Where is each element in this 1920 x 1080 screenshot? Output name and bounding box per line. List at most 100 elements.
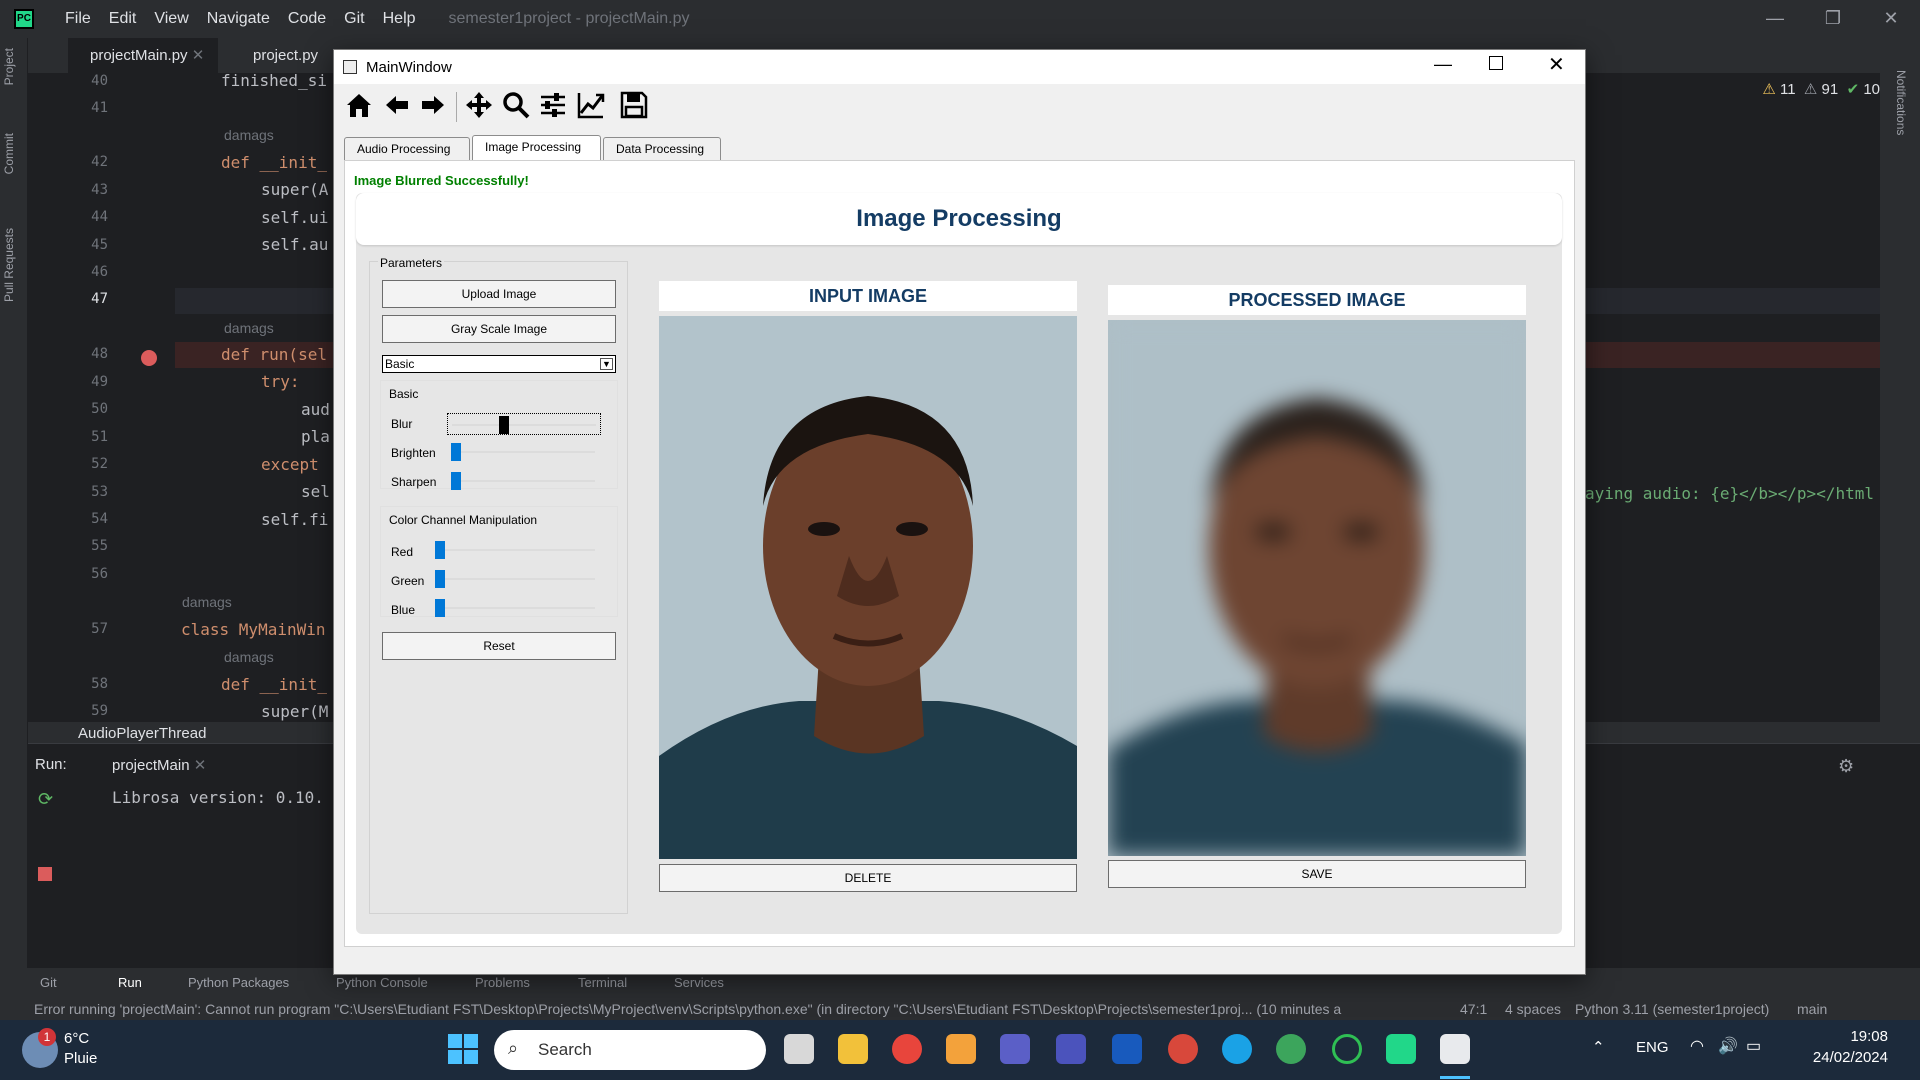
close-icon[interactable]: ✕ [1548, 52, 1565, 77]
weather-temp[interactable]: 6°C [64, 1030, 89, 1047]
inspection-widget[interactable]: ⚠ 11 ⚠ 91 ✔ 10 [1762, 80, 1880, 98]
run-tab-label: projectMain [112, 757, 190, 774]
word-icon[interactable] [1112, 1034, 1142, 1064]
close-icon[interactable]: ✕ [194, 757, 207, 774]
menu-navigate[interactable]: Navigate [198, 10, 279, 28]
slider-handle[interactable] [451, 443, 461, 461]
edit-axis-line-icon[interactable] [576, 90, 610, 124]
menu-git[interactable]: Git [335, 10, 373, 28]
tool-tab-terminal[interactable]: Terminal [578, 975, 627, 990]
reset-button[interactable]: Reset [382, 632, 616, 660]
menu-file[interactable]: File [56, 10, 100, 28]
clock-date[interactable]: 24/02/2024 [1788, 1049, 1888, 1066]
stop-icon[interactable] [38, 867, 52, 881]
chevron-down-icon[interactable]: ▼ [600, 358, 613, 370]
file-explorer-icon[interactable] [838, 1034, 868, 1064]
breakpoint-icon[interactable] [141, 350, 157, 366]
battery-icon[interactable]: ▭ [1746, 1036, 1761, 1056]
tool-tab-run[interactable]: Run [118, 975, 142, 990]
code-line: sel [301, 482, 330, 501]
language-indicator[interactable]: ENG [1636, 1039, 1669, 1056]
ide-minimize-icon[interactable]: — [1750, 0, 1800, 38]
chrome-profile-icon[interactable] [1168, 1034, 1198, 1064]
run-tab[interactable]: projectMain ✕ [112, 756, 206, 774]
tool-tab-python-console[interactable]: Python Console [336, 975, 428, 990]
editor-tab-projectmain[interactable]: projectMain.py ✕ [68, 38, 218, 74]
line-number: 54 [91, 511, 108, 527]
weather-desc[interactable]: Pluie [64, 1050, 97, 1067]
delete-button[interactable]: DELETE [659, 864, 1077, 892]
side-tab-project[interactable]: Project [2, 48, 16, 85]
side-tab-notifications[interactable]: Notifications [1894, 70, 1908, 135]
pan-move-icon[interactable] [464, 90, 498, 124]
tab-audio-processing[interactable]: Audio Processing [344, 137, 470, 161]
pycharm-taskbar-icon[interactable] [1386, 1034, 1416, 1064]
blue-slider[interactable] [431, 597, 601, 619]
grayscale-image-button[interactable]: Gray Scale Image [382, 315, 616, 343]
clock-time[interactable]: 19:08 [1808, 1028, 1888, 1045]
side-tab-commit[interactable]: Commit [2, 133, 16, 174]
brighten-slider[interactable] [447, 441, 601, 463]
gear-icon[interactable]: ⚙ [1838, 756, 1854, 777]
wifi-icon[interactable]: ◠ [1690, 1036, 1704, 1056]
processed-image [1108, 320, 1526, 856]
teams-icon[interactable] [1000, 1034, 1030, 1064]
edge-icon[interactable] [1222, 1034, 1252, 1064]
slider-handle[interactable] [451, 472, 461, 490]
ide-restore-icon[interactable]: ❐ [1808, 0, 1858, 38]
volume-icon[interactable]: 🔊 [1718, 1036, 1738, 1056]
teams-new-icon[interactable] [1056, 1034, 1086, 1064]
chevron-up-icon[interactable]: ⌃ [1592, 1038, 1605, 1056]
save-figure-icon[interactable] [619, 90, 653, 124]
cursor-position[interactable]: 47:1 [1460, 998, 1487, 1020]
back-arrow-icon[interactable] [382, 90, 416, 124]
tool-tab-services[interactable]: Services [674, 975, 724, 990]
tool-tab-problems[interactable]: Problems [475, 975, 530, 990]
search-box[interactable]: ⌕ Search [494, 1030, 766, 1070]
slider-handle[interactable] [435, 570, 445, 588]
red-slider[interactable] [431, 539, 601, 561]
status-message[interactable]: Error running 'projectMain': Cannot run … [34, 998, 1424, 1020]
slider-handle[interactable] [435, 541, 445, 559]
windows-start-icon[interactable] [448, 1034, 478, 1064]
line-number: 56 [91, 566, 108, 582]
minimize-icon[interactable]: — [1434, 54, 1452, 75]
menu-view[interactable]: View [145, 10, 197, 28]
save-button[interactable]: SAVE [1108, 860, 1526, 888]
tab-image-processing[interactable]: Image Processing [472, 135, 601, 161]
breadcrumb-item[interactable]: AudioPlayerThread [78, 725, 206, 742]
close-icon[interactable]: ✕ [192, 47, 205, 64]
interpreter[interactable]: Python 3.11 (semester1project) [1575, 998, 1769, 1020]
blur-slider[interactable] [447, 413, 601, 435]
tool-tab-python-packages[interactable]: Python Packages [188, 975, 289, 990]
chrome-m-icon[interactable] [1276, 1034, 1306, 1064]
side-tab-pull-requests[interactable]: Pull Requests [2, 228, 16, 302]
upload-image-button[interactable]: Upload Image [382, 280, 616, 308]
indent-setting[interactable]: 4 spaces [1505, 998, 1561, 1020]
forward-arrow-icon[interactable] [418, 90, 452, 124]
window-titlebar[interactable]: MainWindow — ✕ [334, 50, 1585, 84]
refresh-app-icon[interactable] [1332, 1034, 1362, 1064]
sharpen-slider[interactable] [447, 470, 601, 492]
menu-edit[interactable]: Edit [100, 10, 146, 28]
task-view-icon[interactable] [784, 1034, 814, 1064]
qt-app-taskbar-icon[interactable] [1440, 1034, 1470, 1064]
tool-tab-git[interactable]: Git [40, 975, 57, 990]
maximize-icon[interactable] [1489, 56, 1503, 70]
chrome-icon[interactable] [892, 1034, 922, 1064]
configure-subplots-icon[interactable] [538, 90, 572, 124]
slider-handle[interactable] [498, 416, 509, 434]
rerun-icon[interactable]: ⟳ [38, 789, 53, 810]
slider-handle[interactable] [435, 599, 445, 617]
git-branch[interactable]: main [1797, 998, 1827, 1020]
ide-close-icon[interactable]: ✕ [1866, 0, 1916, 38]
menu-code[interactable]: Code [279, 10, 335, 28]
menu-help[interactable]: Help [374, 10, 425, 28]
green-slider[interactable] [431, 568, 601, 590]
mode-select[interactable]: Basic ▼ [382, 355, 616, 373]
zoom-magnifier-icon[interactable] [501, 90, 535, 124]
tab-data-processing[interactable]: Data Processing [603, 137, 721, 161]
home-icon[interactable] [344, 90, 378, 124]
sublime-icon[interactable] [946, 1034, 976, 1064]
editor-tab-project[interactable]: project.py [233, 38, 318, 74]
